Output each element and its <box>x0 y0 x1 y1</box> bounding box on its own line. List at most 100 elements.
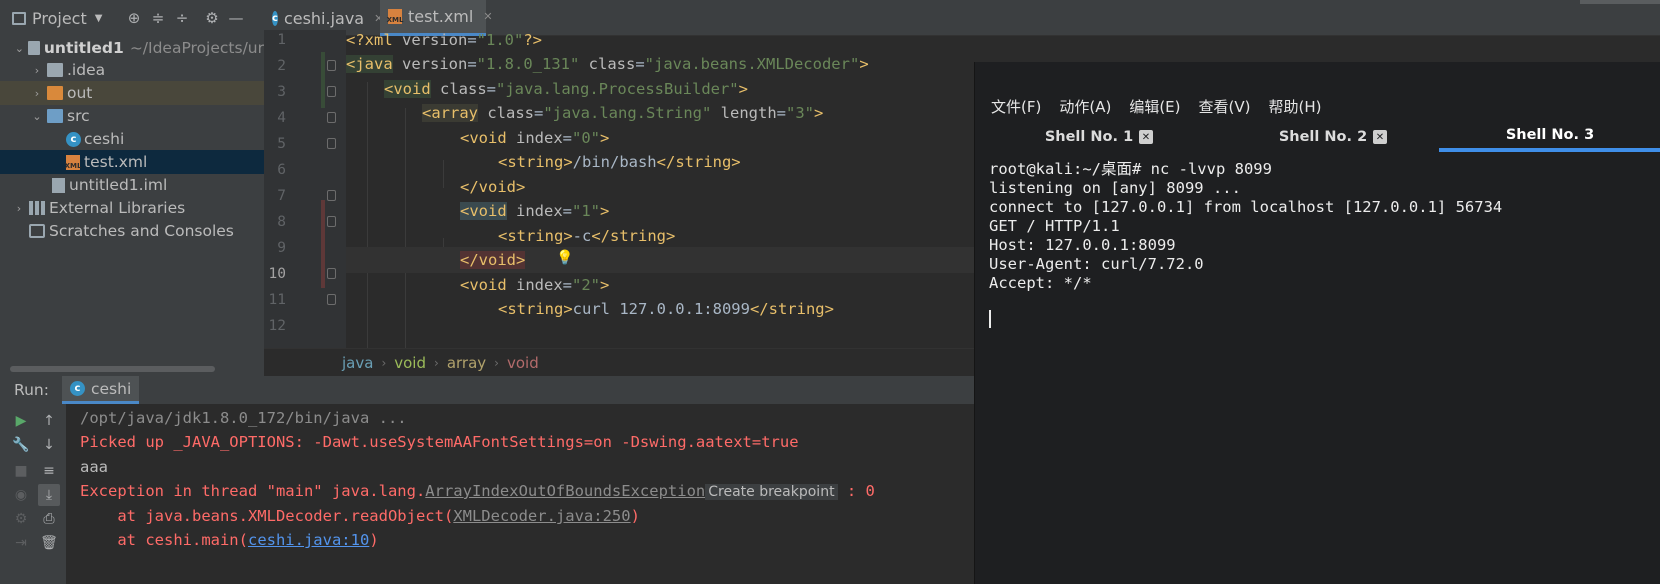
menu-edit[interactable]: 编辑(E) <box>1129 96 1180 117</box>
tab-shell-2[interactable]: Shell No. 2 <box>1213 122 1433 152</box>
tag-end: > <box>738 80 748 98</box>
libraries-icon <box>29 201 45 215</box>
element-text: curl 127.0.0.1:8099 <box>572 300 750 318</box>
closing-tag: </string> <box>749 300 834 318</box>
code-editor[interactable]: <?xml version="1.0"?> <java version="1.8… <box>346 30 974 348</box>
terminal-line: listening on [any] 8099 ... <box>989 179 1241 197</box>
expand-icon[interactable]: ÷ <box>170 6 194 30</box>
scroll-to-end-icon[interactable]: ⤓ <box>38 484 60 506</box>
create-breakpoint-button[interactable]: Create breakpoint <box>705 484 838 500</box>
tree-item-scratches[interactable]: Scratches and Consoles <box>0 219 264 243</box>
trash-icon[interactable]: 🗑 <box>38 532 60 554</box>
fold-marker-icon[interactable] <box>327 190 336 201</box>
close-icon[interactable]: ✕ <box>1373 130 1387 144</box>
breadcrumb-item[interactable]: array <box>447 354 486 372</box>
run-console[interactable]: /opt/java/jdk1.8.0_172/bin/java ... Pick… <box>66 404 974 584</box>
gear-icon[interactable]: ⚙ <box>200 6 224 30</box>
chevron-down-icon[interactable]: ▼ <box>95 13 103 24</box>
project-view-icon <box>12 11 26 25</box>
arrow-down-icon[interactable]: ↓ <box>38 434 60 456</box>
code-line-4: <array class="java.lang.String" length="… <box>422 104 824 122</box>
tree-item-untitled1[interactable]: ⌄ untitled1 ~/IdeaProjects/ur <box>0 36 264 60</box>
stack-frame-link[interactable]: ceshi.java:10 <box>248 531 369 549</box>
line-number: 4 <box>277 110 286 126</box>
rerun-icon[interactable]: ▶ <box>10 410 32 432</box>
tag-name: <string> <box>498 153 573 171</box>
stack-frame-link[interactable]: XMLDecoder.java:250 <box>453 507 630 525</box>
stack-frame-text: at ceshi.main( <box>80 531 248 549</box>
xml-declaration: <?xml <box>346 31 402 49</box>
breadcrumb-item[interactable]: java <box>342 354 373 372</box>
tab-shell-3[interactable]: Shell No. 3 <box>1439 122 1660 152</box>
lightbulb-icon[interactable]: 💡 <box>556 250 573 266</box>
chevron-right-icon[interactable]: › <box>30 87 44 100</box>
collapse-icon[interactable]: ≑ <box>146 6 170 30</box>
menu-view[interactable]: 查看(V) <box>1199 96 1251 117</box>
fold-marker-icon[interactable] <box>327 268 336 279</box>
tree-item-test-xml[interactable]: XML test.xml <box>0 150 264 174</box>
close-icon[interactable]: ✕ <box>483 10 492 23</box>
wrench-icon[interactable]: 🔧 <box>10 434 32 456</box>
fold-marker-icon[interactable] <box>327 138 336 149</box>
run-tab-ceshi[interactable]: c ceshi <box>62 376 140 404</box>
terminal-cursor <box>989 310 991 328</box>
code-line-5: <void index="0"> <box>460 129 610 147</box>
folder-icon <box>47 86 63 100</box>
tree-item-untitled1-iml[interactable]: untitled1.iml <box>0 173 264 197</box>
menu-file[interactable]: 文件(F) <box>991 96 1041 117</box>
line-number: 12 <box>268 318 286 334</box>
terminal-line: User-Agent: curl/7.72.0 <box>989 255 1204 273</box>
chevron-down-icon[interactable]: ⌄ <box>30 110 44 123</box>
tag-end: > <box>859 55 869 73</box>
breadcrumb-item[interactable]: void <box>507 354 539 372</box>
tree-item-idea[interactable]: › .idea <box>0 58 264 82</box>
chevron-right-icon[interactable]: › <box>30 64 44 77</box>
console-error-line: Picked up _JAVA_OPTIONS: -Dawt.useSystem… <box>80 433 799 451</box>
tree-item-out[interactable]: › out <box>0 81 264 105</box>
pin-icon[interactable]: ⚙ <box>10 508 32 530</box>
console-stack-line: at ceshi.main(ceshi.java:10) <box>80 528 378 552</box>
tab-shell-1[interactable]: Shell No. 1 <box>975 122 1203 152</box>
login-icon[interactable]: ⇥ <box>10 532 32 554</box>
fold-marker-icon[interactable] <box>327 60 336 71</box>
stop-icon[interactable]: ■ <box>10 460 32 482</box>
java-class-icon: c <box>70 381 85 396</box>
fold-marker-icon[interactable] <box>327 86 336 97</box>
element-text: -c <box>572 227 592 245</box>
tree-item-ceshi[interactable]: c ceshi <box>0 127 264 151</box>
closing-tag: </string> <box>591 227 676 245</box>
project-view-selector[interactable]: Project <box>32 9 87 28</box>
minimize-icon[interactable]: — <box>224 6 248 30</box>
tree-item-external-libraries[interactable]: › External Libraries <box>0 196 264 220</box>
attribute-name: class <box>579 55 636 73</box>
terminal-output[interactable]: root@kali:~/桌面# nc -lvvp 8099 listening … <box>989 160 1649 293</box>
tree-item-label: untitled1.iml <box>69 176 168 194</box>
fold-marker-icon[interactable] <box>327 294 336 305</box>
breadcrumb-item[interactable]: void <box>394 354 426 372</box>
line-number: 3 <box>277 84 286 100</box>
fold-marker-icon[interactable] <box>327 216 336 227</box>
tree-item-path: ~/IdeaProjects/ur <box>129 39 264 57</box>
globe-icon[interactable]: ⊕ <box>122 6 146 30</box>
console-exception-line: Exception in thread "main" java.lang.Arr… <box>80 479 875 504</box>
fold-marker-icon[interactable] <box>327 112 336 123</box>
terminal-line: GET / HTTP/1.1 <box>989 217 1120 235</box>
horizontal-scrollbar[interactable] <box>10 366 215 372</box>
arrow-up-icon[interactable]: ↑ <box>38 410 60 432</box>
close-icon[interactable]: ✕ <box>1139 130 1153 144</box>
exception-class-link[interactable]: ArrayIndexOutOfBoundsException <box>425 482 705 500</box>
menu-actions[interactable]: 动作(A) <box>1059 96 1111 117</box>
soft-wrap-icon[interactable]: ≡ <box>38 460 60 482</box>
chevron-down-icon[interactable]: ⌄ <box>14 42 25 55</box>
chevron-right-icon[interactable]: › <box>12 202 26 215</box>
console-output-line: aaa <box>80 458 108 476</box>
print-icon[interactable]: ⎙ <box>38 508 60 530</box>
camera-icon[interactable]: ◉ <box>10 484 32 506</box>
tree-item-src[interactable]: ⌄ src <box>0 104 264 128</box>
java-class-icon: c <box>272 10 278 26</box>
menu-help[interactable]: 帮助(H) <box>1268 96 1321 117</box>
code-line-3: <void class="java.lang.ProcessBuilder"> <box>384 80 748 98</box>
attribute-value: "1.8.0_131" <box>476 55 580 73</box>
tab-label: test.xml <box>408 7 474 26</box>
folder-icon <box>47 63 63 77</box>
